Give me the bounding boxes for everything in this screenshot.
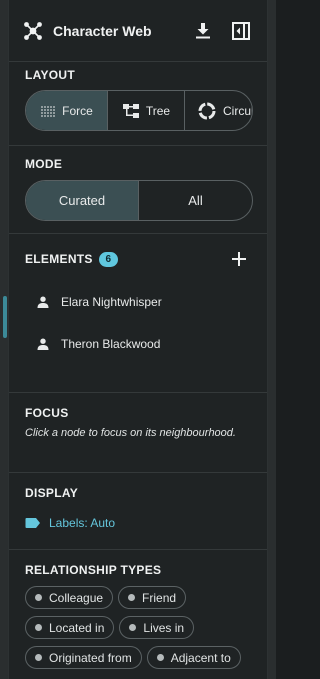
chip-label: Located in	[49, 620, 105, 635]
element-label: Elara Nightwhisper	[61, 295, 162, 309]
elements-section-title: ELEMENTS	[25, 252, 93, 266]
layout-option-circular[interactable]: Circular	[185, 91, 252, 130]
chip-dot	[35, 654, 42, 661]
person-icon	[37, 296, 49, 308]
sidebar-collapse-icon	[232, 21, 250, 40]
chip-label: Friend	[142, 590, 177, 605]
network-icon	[23, 21, 43, 41]
layout-section-title: LAYOUT	[25, 68, 76, 82]
layout-option-circular-label: Circular	[223, 103, 252, 118]
right-edge-gutter	[268, 0, 276, 679]
layout-option-tree-label: Tree	[145, 103, 171, 118]
chip-label: Lives in	[143, 620, 185, 635]
relationship-chips: Colleague Friend Located in Lives in Ori…	[25, 586, 251, 676]
element-label: Theron Blackwood	[61, 337, 161, 351]
tree-icon	[122, 103, 139, 118]
relationship-types-section: RELATIONSHIP TYPES Colleague Friend Loca…	[9, 550, 267, 676]
relationship-chip-friend[interactable]: Friend	[118, 586, 187, 609]
left-edge-strip	[0, 0, 8, 679]
relationship-chip-originated-from[interactable]: Originated from	[25, 646, 142, 669]
relationship-chip-lives-in[interactable]: Lives in	[119, 616, 195, 639]
layout-option-force-label: Force	[62, 103, 93, 118]
download-icon	[196, 22, 210, 38]
relationship-chip-colleague[interactable]: Colleague	[25, 586, 114, 609]
label-tag-icon	[25, 518, 40, 528]
elements-section: ELEMENTS 6 Elara Nightwhisper Theron Bla…	[9, 234, 267, 393]
chip-dot	[35, 594, 42, 601]
mode-section: MODE Curated All	[9, 146, 267, 234]
chip-label: Colleague	[49, 590, 104, 605]
mode-segmented-control: Curated All	[25, 180, 253, 221]
elements-header: ELEMENTS 6	[25, 249, 251, 269]
mode-option-curated-label: Curated	[58, 193, 106, 208]
chip-dot	[156, 654, 164, 661]
person-icon	[37, 338, 49, 350]
add-element-button[interactable]	[231, 251, 247, 267]
labels-mode-text: Labels: Auto	[49, 516, 116, 530]
download-button[interactable]	[191, 19, 215, 43]
mode-option-all-label: All	[188, 193, 203, 208]
chip-label: Originated from	[49, 650, 132, 665]
relationship-chip-located-in[interactable]: Located in	[25, 616, 115, 639]
labels-mode-toggle[interactable]: Labels: Auto	[25, 516, 251, 530]
elements-list: Elara Nightwhisper Theron Blackwood	[25, 281, 251, 365]
list-item[interactable]: Theron Blackwood	[25, 323, 251, 365]
layout-option-tree[interactable]: Tree	[108, 91, 185, 130]
collapse-sidebar-button[interactable]	[229, 19, 253, 43]
character-web-sidebar: Character Web LAYOUT Force Tree Circu MO…	[8, 0, 268, 679]
focus-hint-text: Click a node to focus on its neighbourho…	[25, 427, 236, 439]
chip-dot	[35, 624, 42, 631]
elements-count-badge: 6	[98, 251, 118, 267]
relationship-types-title: RELATIONSHIP TYPES	[25, 563, 162, 577]
chip-dot	[128, 594, 136, 601]
display-section: DISPLAY Labels: Auto	[9, 473, 267, 550]
mode-section-title: MODE	[25, 157, 63, 171]
mode-option-curated[interactable]: Curated	[26, 181, 139, 220]
layout-option-force[interactable]: Force	[26, 91, 108, 130]
focus-section: FOCUS Click a node to focus on its neigh…	[9, 393, 267, 473]
chip-dot	[129, 624, 137, 631]
mode-option-all[interactable]: All	[139, 181, 252, 220]
sidebar-header: Character Web	[9, 0, 267, 62]
chip-label: Adjacent to	[170, 650, 231, 665]
display-section-title: DISPLAY	[25, 486, 79, 500]
active-element-marker	[3, 296, 7, 338]
relationship-chip-adjacent-to[interactable]: Adjacent to	[146, 646, 241, 669]
layout-segmented-control: Force Tree Circular	[25, 90, 253, 131]
force-grid-icon	[41, 105, 56, 117]
app-title: Character Web	[53, 22, 152, 39]
list-item[interactable]: Elara Nightwhisper	[25, 281, 251, 323]
layout-section: LAYOUT Force Tree Circu	[9, 62, 267, 146]
focus-section-title: FOCUS	[25, 406, 69, 420]
plus-icon	[232, 252, 246, 266]
circle-icon	[198, 102, 216, 119]
